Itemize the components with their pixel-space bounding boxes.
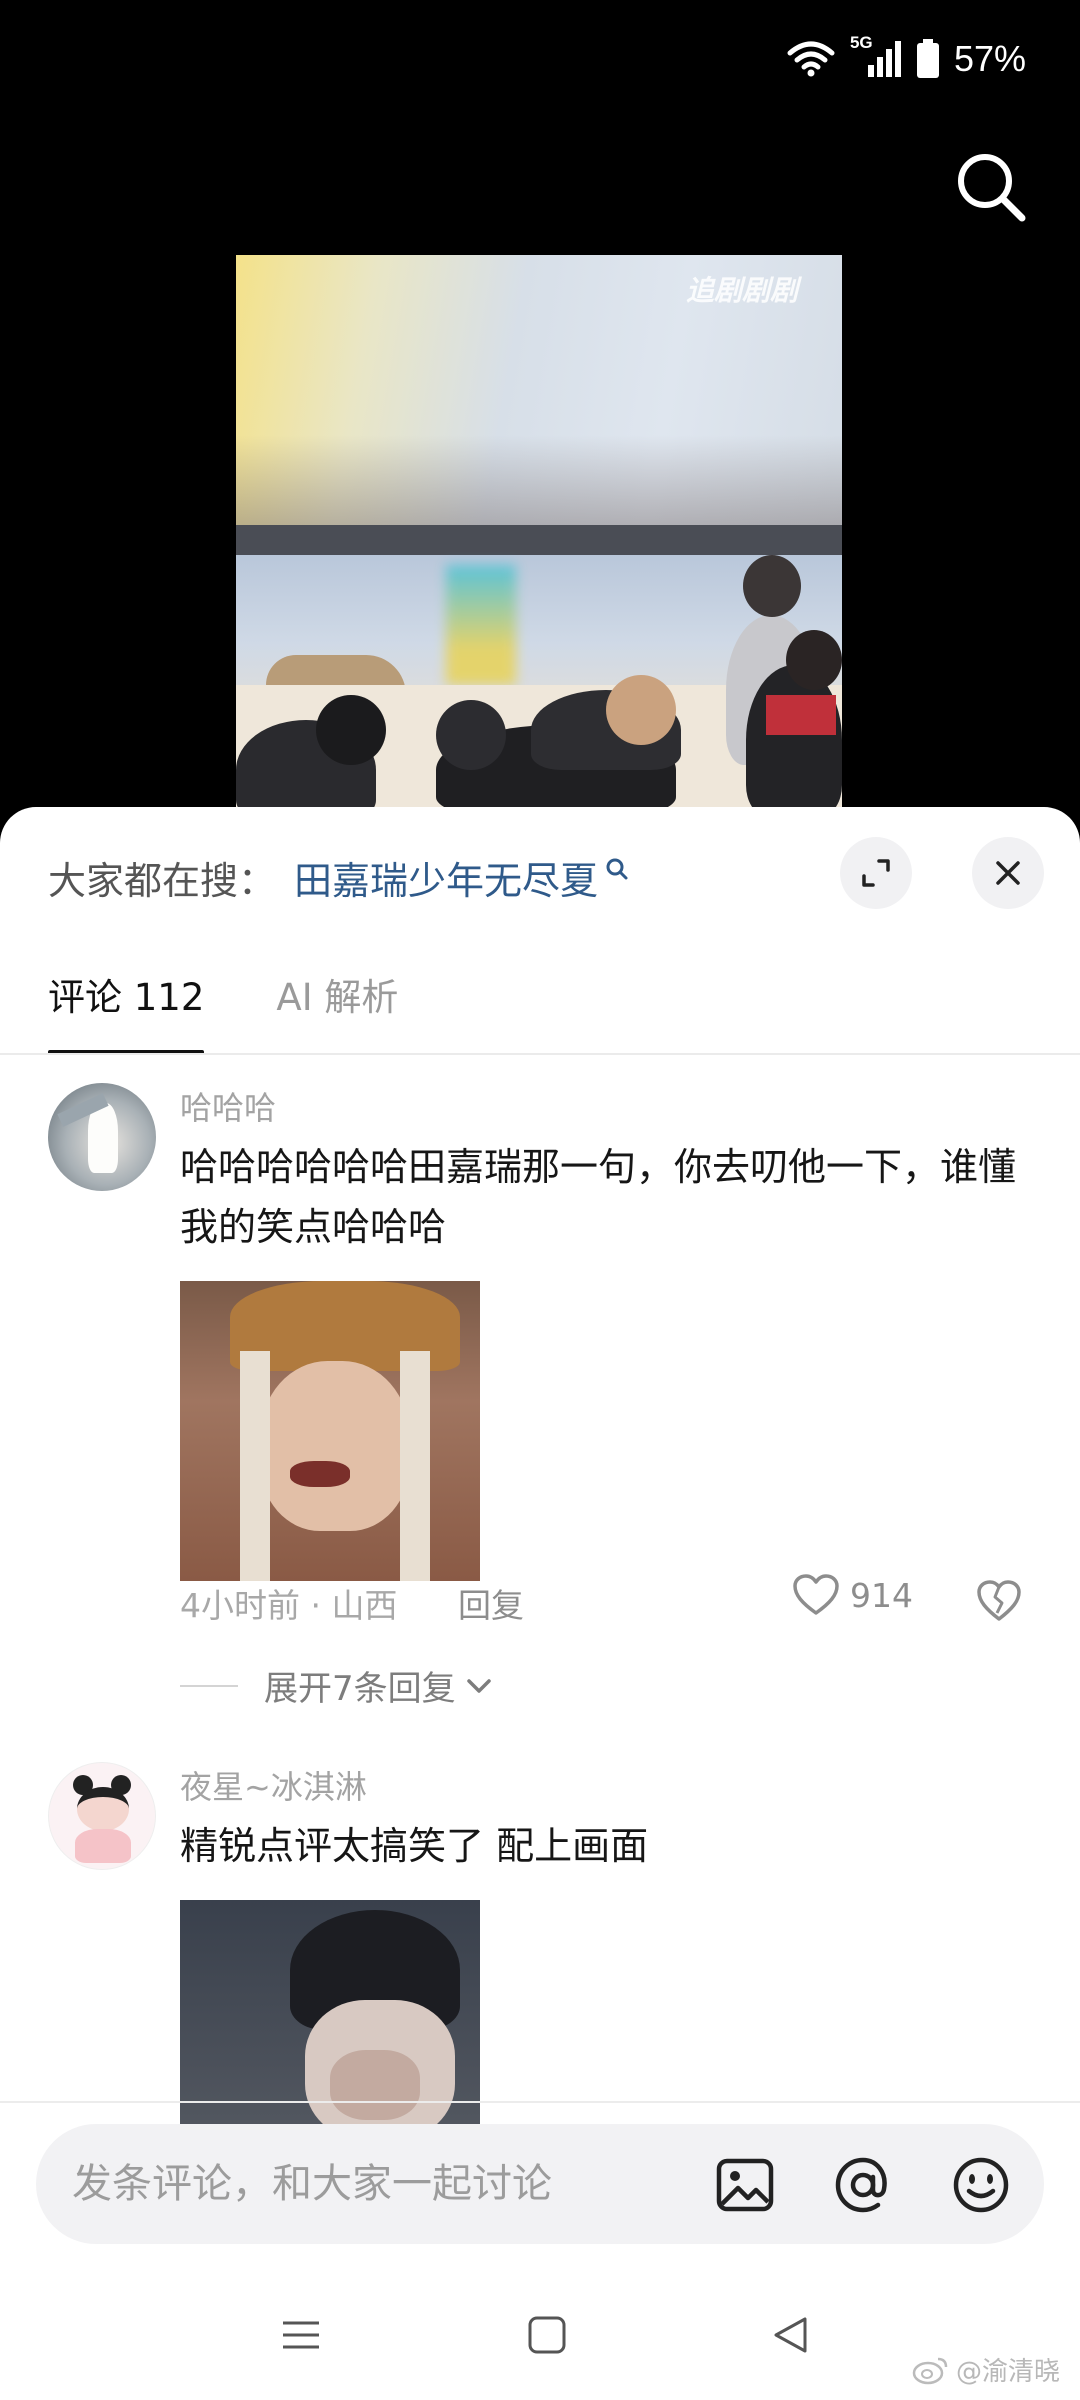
comment-text: 精锐点评太搞笑了 配上画面 — [180, 1824, 649, 1868]
comment-composer — [36, 2124, 1044, 2244]
comment-time: 4小时前 · 山西 — [180, 1586, 398, 1625]
weibo-logo-icon — [912, 2357, 948, 2384]
nav-home-button[interactable] — [522, 2310, 572, 2360]
avatar[interactable] — [48, 1083, 156, 1191]
expand-replies-button[interactable]: 展开7条回复 — [180, 1661, 496, 1710]
emoji-icon — [953, 2157, 1009, 2213]
comment-input[interactable] — [72, 2124, 652, 2244]
chevron-down-icon — [466, 1678, 491, 1693]
nav-recent-apps-button[interactable] — [276, 2310, 326, 2360]
person-figure — [606, 675, 676, 745]
hot-search-label: 大家都在搜： — [48, 858, 277, 903]
search-small-icon — [606, 858, 628, 880]
dislike-icon[interactable] — [976, 1579, 1022, 1623]
hot-search-bar: 大家都在搜： 田嘉瑞少年无尽夏 — [48, 847, 630, 907]
person-figure — [743, 555, 801, 617]
video-scene — [236, 555, 842, 807]
weibo-watermark-text: @渝清晓 — [955, 2357, 1060, 2387]
menu-icon — [283, 2321, 319, 2349]
weibo-watermark: @渝清晓 — [912, 2351, 1060, 2388]
comment-text: 哈哈哈哈哈哈田嘉瑞那一句，你去叨他一下，谁懂我的笑点哈哈哈 — [180, 1145, 1017, 1249]
comment-image[interactable] — [180, 1281, 480, 1581]
hot-search-link[interactable]: 田嘉瑞少年无尽夏 — [294, 850, 598, 905]
expand-button[interactable] — [840, 837, 912, 909]
comment-username[interactable]: 哈哈哈 — [180, 1083, 1026, 1129]
expand-replies-label: 展开7条回复 — [264, 1669, 456, 1709]
back-triangle-icon — [774, 2317, 807, 2353]
expand-line — [180, 1684, 238, 1687]
at-icon — [835, 2157, 887, 2213]
tabs-divider — [0, 1053, 1080, 1055]
person-figure — [746, 665, 842, 807]
signal-icon — [867, 41, 901, 77]
battery-percent: 57% — [953, 38, 1026, 79]
person-figure — [436, 700, 506, 770]
nav-back-button[interactable] — [766, 2310, 816, 2360]
emoji-button[interactable] — [950, 2154, 1012, 2216]
comment-username[interactable]: 夜星~冰淇淋 — [180, 1762, 1026, 1808]
tab-comments[interactable]: 评论 112 — [48, 967, 205, 1055]
video-band — [236, 525, 842, 555]
comment-tabs: 评论 112 AI 解析 — [48, 967, 398, 1055]
reply-button[interactable]: 回复 — [458, 1586, 524, 1625]
search-icon — [958, 154, 1026, 222]
tab-ai-analysis[interactable]: AI 解析 — [276, 967, 398, 1055]
person-figure — [316, 695, 386, 765]
status-bar: 5G 57% — [0, 0, 1080, 120]
expand-icon — [862, 859, 890, 887]
signal-indicator: 5G — [850, 33, 902, 79]
close-button[interactable] — [972, 837, 1044, 909]
close-icon — [996, 861, 1020, 885]
person-figure — [786, 630, 842, 690]
like-count: 914 — [850, 1575, 913, 1615]
image-button[interactable] — [714, 2154, 776, 2216]
mention-button[interactable] — [832, 2154, 894, 2216]
image-icon — [716, 2158, 774, 2212]
search-button[interactable] — [954, 150, 1028, 224]
comment-time-location: 4小时前 · 山西 回复 — [180, 1579, 524, 1627]
composer-divider — [0, 2101, 1080, 2103]
video-blurred-top: 追剧剧剧 — [236, 255, 842, 525]
battery-icon — [916, 39, 939, 78]
jacket-stripe — [766, 695, 836, 735]
video-watermark: 追剧剧剧 — [685, 274, 798, 307]
like-button[interactable]: 914 — [792, 1573, 913, 1617]
video-player[interactable]: 追剧剧剧 — [236, 255, 842, 807]
heart-icon — [793, 1574, 839, 1615]
avatar[interactable] — [48, 1762, 156, 1870]
comment-body: 哈哈哈 哈哈哈哈哈哈田嘉瑞那一句，你去叨他一下，谁懂我的笑点哈哈哈 — [180, 1083, 1026, 1581]
home-square-icon — [528, 2316, 566, 2354]
comment-sheet: 大家都在搜： 田嘉瑞少年无尽夏 评论 112 AI 解析 哈哈哈 哈哈哈哈哈哈田… — [0, 807, 1080, 2400]
system-nav-bar: @渝清晓 — [0, 2260, 1080, 2400]
wifi-icon — [787, 41, 835, 77]
